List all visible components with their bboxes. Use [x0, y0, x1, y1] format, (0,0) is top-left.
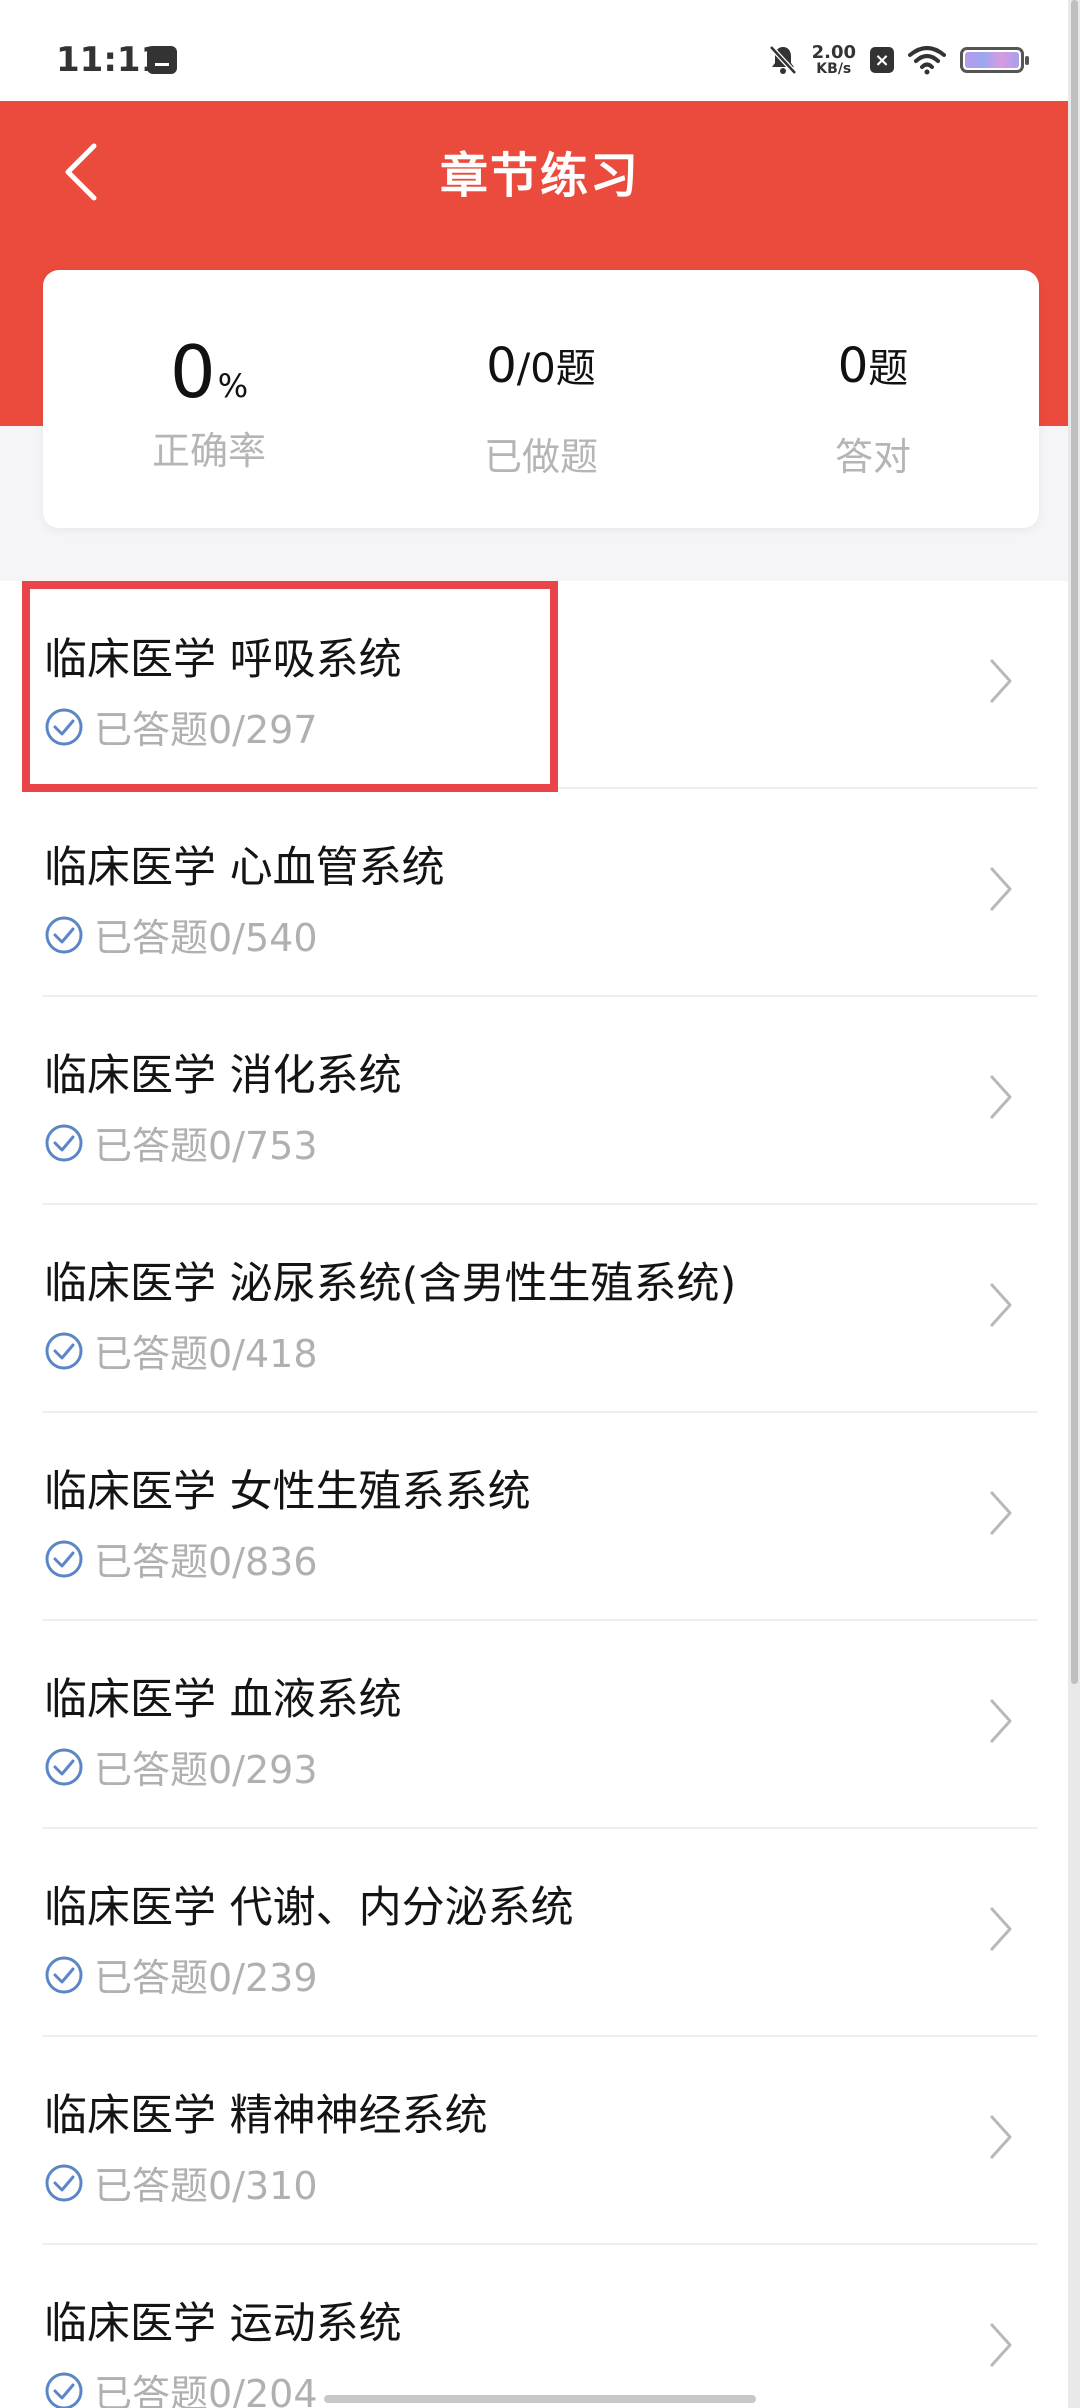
bell-off-icon — [768, 45, 797, 75]
screen: 11:11 2.00 KB/s × 章节练习 0 % 正确率 0 /0题 已做题… — [0, 0, 1080, 2408]
network-speed: 2.00 KB/s — [811, 42, 856, 77]
progress-text: 已答题0/753 — [94, 1124, 318, 1168]
message-notification-icon — [147, 46, 177, 74]
chapter-progress: 已答题0/836 — [44, 1531, 318, 1586]
chapter-progress: 已答题0/310 — [44, 2155, 318, 2210]
chevron-right-icon — [990, 2323, 1012, 2367]
chapter-progress: 已答题0/297 — [44, 699, 318, 754]
accuracy-label: 正确率 — [151, 429, 266, 473]
correct-number: 0 — [837, 338, 869, 394]
check-circle-icon — [45, 1540, 83, 1577]
check-circle-icon — [45, 1332, 83, 1369]
home-indicator[interactable] — [324, 2395, 756, 2403]
check-circle-icon — [45, 1956, 83, 1993]
chapter-item[interactable]: 临床医学 泌尿系统(含男性生殖系统) 已答题0/418 — [0, 1205, 1068, 1413]
status-icons: 2.00 KB/s × — [768, 40, 1029, 80]
chapter-title: 临床医学 心血管系统 — [44, 843, 445, 893]
stat-accuracy: 0 % 正确率 — [43, 330, 375, 475]
chevron-right-icon — [990, 867, 1012, 911]
done-total: /0题 — [516, 346, 596, 392]
chapter-title: 临床医学 泌尿系统(含男性生殖系统) — [44, 1259, 737, 1309]
chapter-progress: 已答题0/418 — [44, 1323, 318, 1378]
accuracy-value: 0 % — [43, 330, 375, 414]
chapter-progress: 已答题0/204 — [44, 2363, 318, 2408]
close-box-icon: × — [870, 47, 894, 73]
check-circle-icon — [45, 1748, 83, 1785]
chapter-title: 临床医学 精神神经系统 — [44, 2091, 488, 2141]
chapter-title: 临床医学 血液系统 — [44, 1675, 402, 1725]
chevron-right-icon — [990, 1907, 1012, 1951]
check-circle-icon — [45, 2164, 83, 2201]
stat-correct: 0 题 答对 — [707, 336, 1039, 481]
check-circle-icon — [45, 708, 83, 745]
correct-value: 0 题 — [707, 336, 1039, 416]
accuracy-number: 0 — [169, 330, 216, 414]
page-title: 章节练习 — [439, 148, 640, 204]
progress-text: 已答题0/836 — [94, 1540, 318, 1584]
chevron-right-icon — [990, 1491, 1012, 1535]
chevron-right-icon — [990, 1699, 1012, 1743]
check-circle-icon — [45, 2372, 83, 2408]
correct-label: 答对 — [834, 435, 911, 479]
wifi-icon — [908, 46, 946, 75]
battery-level — [965, 52, 1019, 68]
progress-text: 已答题0/204 — [94, 2372, 318, 2408]
chevron-right-icon — [990, 1075, 1012, 1119]
correct-unit: 题 — [868, 346, 909, 392]
chapter-title: 临床医学 代谢、内分泌系统 — [44, 1883, 574, 1933]
chapter-item[interactable]: 临床医学 运动系统 已答题0/204 — [0, 2245, 1068, 2408]
chapter-list: 临床医学 呼吸系统 已答题0/297 临床医学 心血管系统 已答题0/540 临… — [0, 581, 1068, 2408]
scrollbar-thumb[interactable] — [1071, 0, 1078, 1684]
chapter-title: 临床医学 运动系统 — [44, 2299, 402, 2349]
status-bar: 11:11 2.00 KB/s × — [0, 0, 1080, 101]
done-value: 0 /0题 — [375, 336, 707, 416]
check-circle-icon — [45, 1124, 83, 1161]
chapter-item[interactable]: 临床医学 女性生殖系系统 已答题0/836 — [0, 1413, 1068, 1621]
chapter-item[interactable]: 临床医学 呼吸系统 已答题0/297 — [0, 581, 1068, 789]
chapter-progress: 已答题0/753 — [44, 1115, 318, 1170]
progress-text: 已答题0/293 — [94, 1748, 318, 1792]
done-label: 已做题 — [483, 435, 598, 479]
chevron-right-icon — [990, 2115, 1012, 2159]
progress-text: 已答题0/239 — [94, 1956, 318, 2000]
chapter-progress: 已答题0/239 — [44, 1947, 318, 2002]
progress-text: 已答题0/297 — [94, 708, 318, 752]
chapter-title: 临床医学 女性生殖系系统 — [44, 1467, 531, 1517]
chapter-item[interactable]: 临床医学 消化系统 已答题0/753 — [0, 997, 1068, 1205]
chapter-item[interactable]: 临床医学 代谢、内分泌系统 已答题0/239 — [0, 1829, 1068, 2037]
chapter-progress: 已答题0/293 — [44, 1739, 318, 1794]
stats-card: 0 % 正确率 0 /0题 已做题 0 题 答对 — [43, 270, 1039, 528]
chevron-right-icon — [990, 659, 1012, 703]
chapter-item[interactable]: 临床医学 精神神经系统 已答题0/310 — [0, 2037, 1068, 2245]
done-number: 0 — [486, 338, 517, 394]
chapter-item[interactable]: 临床医学 血液系统 已答题0/293 — [0, 1621, 1068, 1829]
battery-icon — [960, 47, 1029, 73]
network-speed-unit: KB/s — [816, 61, 852, 77]
stat-done: 0 /0题 已做题 — [375, 336, 707, 481]
chapter-title: 临床医学 消化系统 — [44, 1051, 402, 1101]
accuracy-unit: % — [217, 367, 249, 405]
chevron-right-icon — [990, 1283, 1012, 1327]
network-speed-value: 2.00 — [811, 42, 856, 63]
progress-text: 已答题0/540 — [94, 916, 318, 960]
chapter-title: 临床医学 呼吸系统 — [44, 635, 402, 685]
progress-text: 已答题0/418 — [94, 1332, 318, 1376]
chapter-item[interactable]: 临床医学 心血管系统 已答题0/540 — [0, 789, 1068, 997]
chapter-progress: 已答题0/540 — [44, 907, 318, 962]
progress-text: 已答题0/310 — [94, 2164, 318, 2208]
check-circle-icon — [45, 916, 83, 953]
